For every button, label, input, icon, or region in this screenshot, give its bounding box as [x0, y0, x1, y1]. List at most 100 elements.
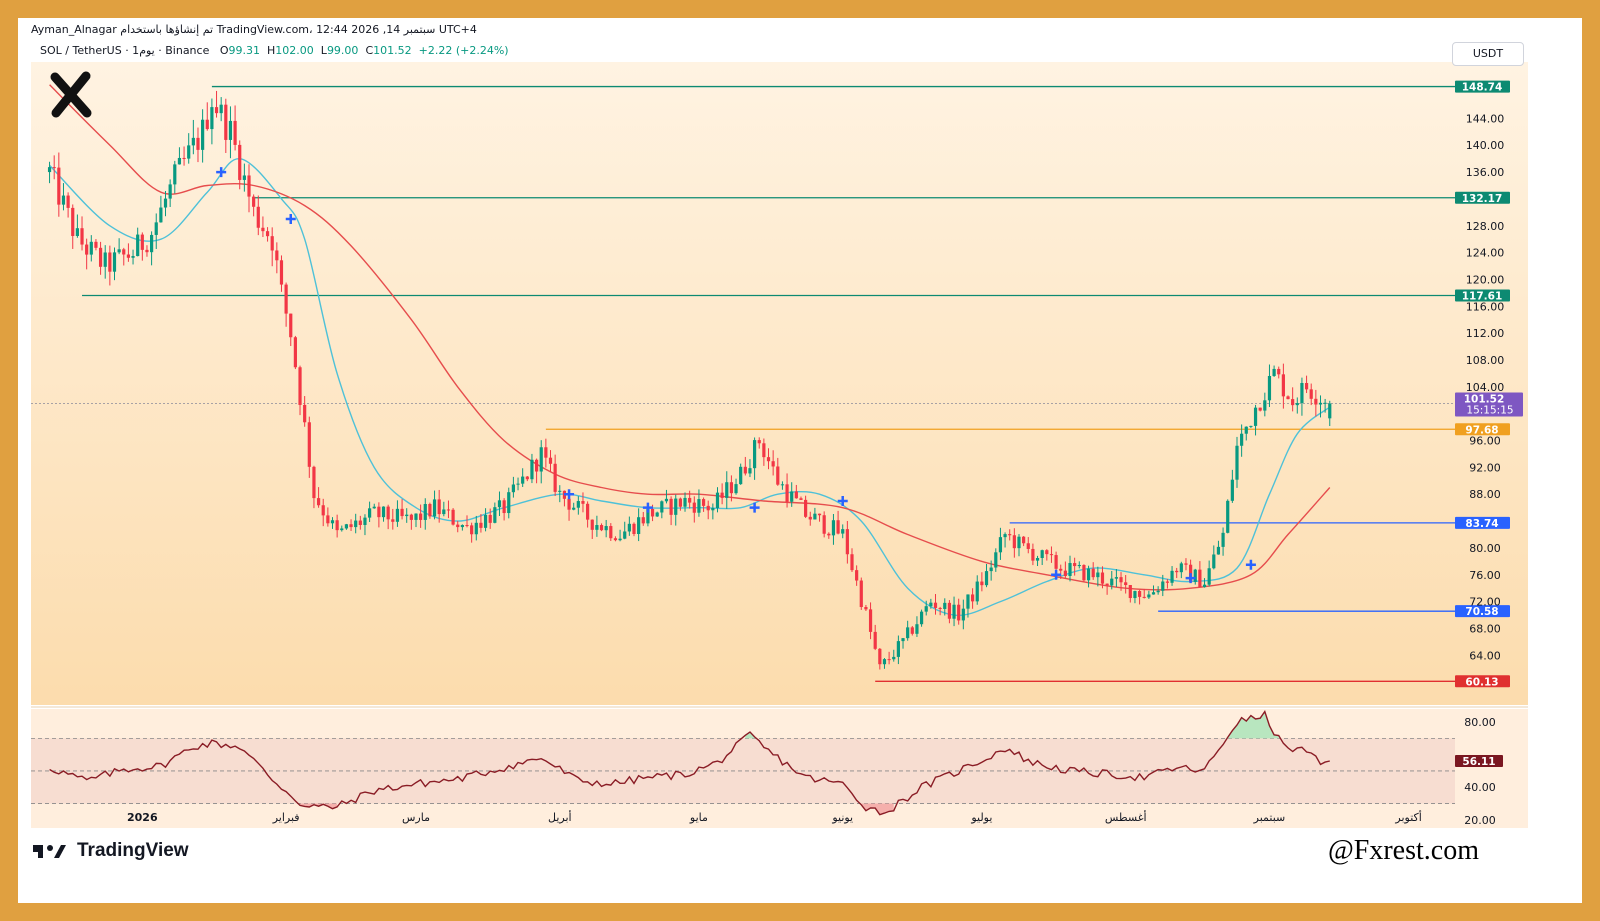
symbol-name[interactable]: SOL / TetherUS · 1يوم · Binance	[40, 44, 209, 57]
candle-body	[864, 607, 868, 610]
candle-body	[929, 602, 933, 607]
candle-body	[1175, 570, 1179, 573]
candle-body	[330, 520, 335, 524]
candle-body	[85, 244, 89, 255]
candle-body	[762, 443, 766, 458]
tradingview-wordmark: TradingView	[77, 840, 189, 861]
candle-body	[201, 119, 205, 150]
candle-body	[729, 482, 734, 494]
candle-body	[1026, 543, 1030, 549]
candle-body	[409, 514, 413, 520]
candle-body	[590, 519, 594, 530]
candle-body	[1240, 433, 1244, 446]
candle-body	[344, 524, 349, 529]
candle-body	[1170, 570, 1174, 583]
candle-body	[586, 503, 590, 520]
candle-body	[1253, 407, 1258, 426]
candle-body	[214, 107, 219, 114]
level-label-148.74: 148.74	[1462, 82, 1503, 94]
tradingview-brand[interactable]: TradingView	[33, 840, 189, 862]
candle-body	[715, 492, 720, 508]
candle-body	[859, 580, 863, 608]
candle-body	[187, 145, 191, 159]
candle-body	[901, 638, 905, 642]
price-tick-label: 80.00	[1469, 542, 1501, 555]
chart-canvas[interactable]: 148.74132.17117.6197.6883.7470.5860.1310…	[0, 0, 1600, 921]
candle-body	[511, 484, 515, 493]
candle-body	[961, 608, 965, 621]
candle-body	[688, 497, 692, 503]
candle-body	[757, 440, 761, 444]
candle-body	[836, 520, 840, 534]
candle-body	[650, 508, 655, 517]
candle-body	[247, 175, 251, 197]
candle-body	[474, 522, 478, 535]
candle-body	[191, 137, 195, 146]
time-tick-label: سبتمبر	[1253, 811, 1286, 824]
candle-body	[163, 198, 168, 208]
candle-body	[1244, 426, 1248, 434]
candle-body	[604, 526, 608, 531]
candle-body	[813, 513, 817, 520]
candle-body	[377, 506, 381, 518]
candle-body	[1073, 563, 1077, 567]
candle-body	[293, 337, 297, 368]
candle[interactable]	[1082, 564, 1086, 582]
candle[interactable]	[293, 335, 297, 370]
candle-body	[1249, 425, 1253, 427]
candle-body	[1202, 584, 1207, 588]
candle-body	[980, 581, 984, 586]
candle-body	[868, 609, 873, 632]
candle-body	[1165, 581, 1170, 583]
open-label: O	[219, 44, 229, 57]
candle-body	[1110, 578, 1114, 586]
time-tick-label: مارس	[402, 811, 430, 824]
candle-body	[743, 466, 747, 474]
candle[interactable]	[859, 577, 863, 610]
candle-body	[1258, 407, 1262, 411]
candle-body	[456, 524, 460, 528]
candle-body	[641, 517, 645, 524]
candle-body	[437, 499, 441, 515]
candle[interactable]	[919, 609, 924, 627]
candle-body	[817, 513, 822, 516]
author-handle: @Fxrest.com	[1328, 835, 1479, 866]
price-tick-label: 112.00	[1466, 327, 1505, 340]
candle-body	[701, 499, 706, 506]
price-tick-label: 128.00	[1466, 220, 1505, 233]
candle-body	[609, 526, 613, 539]
price-tick-label: 120.00	[1466, 273, 1505, 286]
candle-body	[261, 227, 265, 232]
candle-body	[470, 525, 474, 535]
candle-body	[966, 594, 970, 609]
candle-body	[340, 528, 344, 531]
candle-body	[414, 513, 418, 520]
candle-body	[739, 466, 743, 485]
currency-button[interactable]: USDT	[1452, 42, 1524, 66]
candle[interactable]	[822, 511, 826, 538]
candle-body	[177, 157, 182, 165]
symbol-legend[interactable]: SOL / TetherUS · 1يوم · Binance O99.31 H…	[40, 44, 509, 57]
candle-body	[358, 520, 362, 525]
candle-body	[349, 524, 353, 528]
candle-body	[1161, 581, 1165, 591]
candle-body	[1147, 594, 1151, 598]
time-tick-label: أكتوبر	[1394, 810, 1421, 824]
candle-body	[692, 502, 696, 513]
candle-body	[1035, 558, 1040, 561]
candle-body	[734, 484, 738, 494]
candle-body	[906, 627, 910, 639]
candle-body	[321, 505, 325, 516]
candle[interactable]	[1226, 499, 1230, 534]
rsi-tick-label: 40.00	[1464, 781, 1496, 794]
candle-body	[1059, 568, 1063, 571]
candle-body	[1091, 568, 1095, 578]
candle[interactable]	[451, 508, 455, 526]
candle-body	[210, 107, 214, 130]
candle-body	[790, 491, 794, 502]
level-label-83.74: 83.74	[1465, 518, 1498, 530]
candle-body	[576, 501, 580, 508]
candle-body	[720, 492, 724, 498]
candle-body	[122, 249, 126, 255]
candle-body	[1272, 368, 1276, 376]
